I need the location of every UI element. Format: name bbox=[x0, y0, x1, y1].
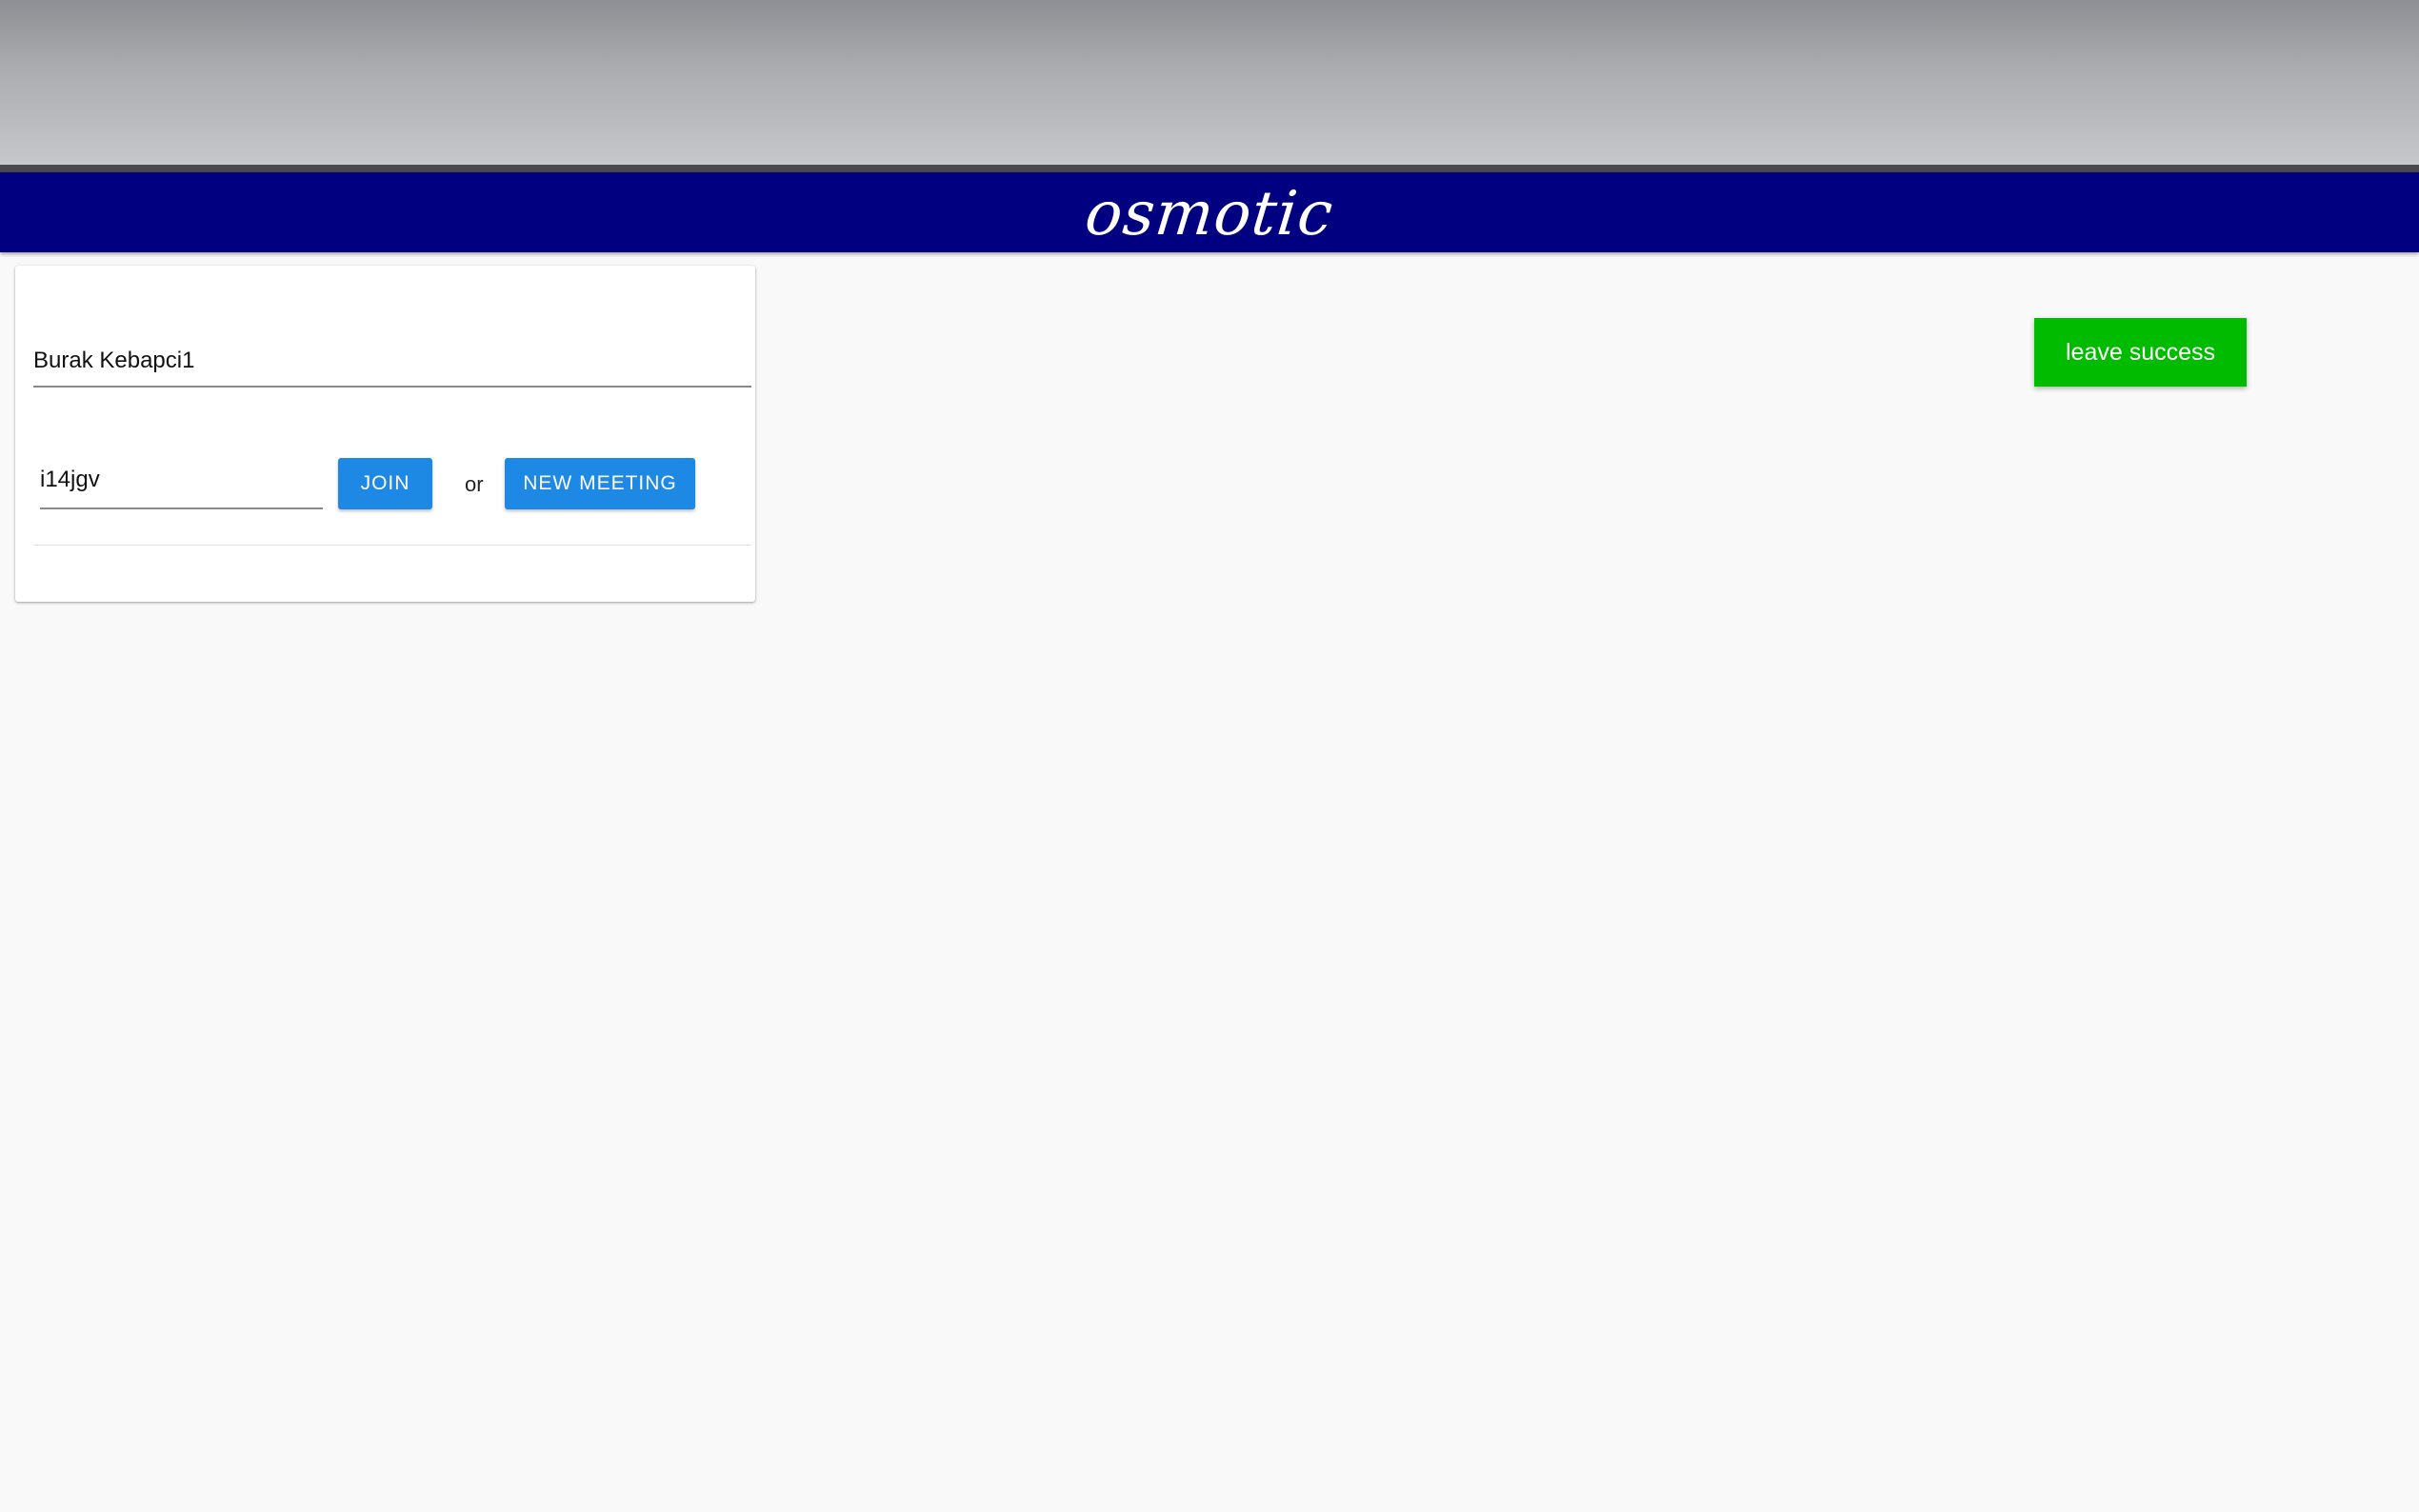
new-meeting-button[interactable]: NEW MEETING bbox=[505, 458, 695, 509]
top-banner-edge bbox=[0, 165, 2419, 172]
meeting-id-field bbox=[40, 459, 323, 509]
card-divider bbox=[33, 545, 751, 546]
app-logo: osmotic bbox=[1082, 179, 1337, 249]
top-banner bbox=[0, 0, 2419, 165]
leave-success-toast: leave success bbox=[2034, 318, 2247, 387]
join-button[interactable]: JOIN bbox=[338, 458, 432, 509]
or-separator-label: or bbox=[465, 472, 484, 496]
app-bar: osmotic bbox=[0, 172, 2419, 252]
display-name-field bbox=[33, 340, 751, 388]
display-name-input[interactable] bbox=[33, 348, 751, 374]
meeting-id-input[interactable] bbox=[40, 467, 323, 493]
join-meeting-card: JOIN or NEW MEETING bbox=[15, 266, 755, 602]
